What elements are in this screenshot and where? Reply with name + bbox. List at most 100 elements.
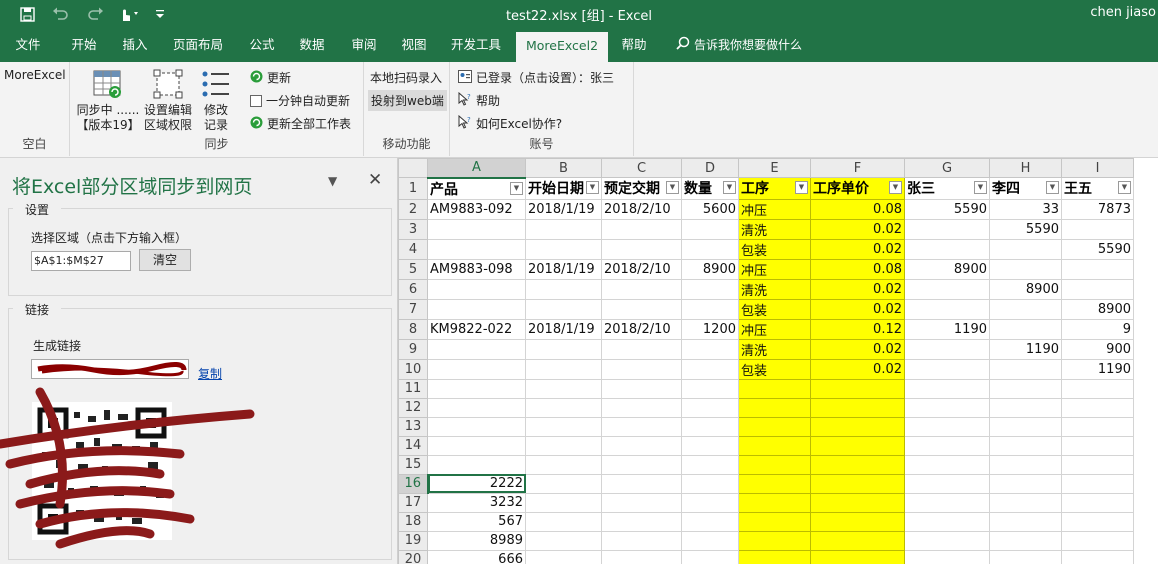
cell[interactable]: AM9883-092 bbox=[427, 198, 526, 220]
cell[interactable] bbox=[989, 416, 1062, 437]
row-header[interactable]: 9 bbox=[398, 338, 428, 360]
cell[interactable] bbox=[525, 530, 602, 551]
cell[interactable] bbox=[427, 397, 526, 418]
cell[interactable]: 冲压 bbox=[738, 318, 811, 340]
cell[interactable] bbox=[738, 549, 811, 564]
modify-log-button[interactable]: 修改 记录 bbox=[196, 66, 236, 133]
cell[interactable] bbox=[681, 435, 739, 456]
cell[interactable] bbox=[1061, 278, 1134, 300]
cell[interactable]: 1190 bbox=[904, 318, 990, 340]
cell[interactable] bbox=[427, 278, 526, 300]
cell[interactable]: 2222 bbox=[427, 473, 526, 494]
cell[interactable] bbox=[738, 473, 811, 494]
row-header[interactable]: 4 bbox=[398, 238, 428, 260]
column-header[interactable]: B bbox=[525, 158, 602, 178]
cell[interactable] bbox=[601, 549, 682, 564]
cell[interactable] bbox=[525, 238, 602, 260]
user-name[interactable]: chen jiaso bbox=[1090, 5, 1156, 20]
cell[interactable] bbox=[601, 511, 682, 532]
row-header[interactable]: 15 bbox=[398, 454, 428, 475]
cell-grid[interactable]: ABCDEFGHI 1 产品 ▼ 开始日期 ▼ 预定交期 ▼ 数量 ▼ 工序 ▼ 工序单价 ▼ 张三 ▼ 李四… bbox=[398, 158, 1134, 564]
cell[interactable] bbox=[1061, 549, 1134, 564]
cell[interactable] bbox=[904, 416, 990, 437]
cell[interactable] bbox=[810, 435, 905, 456]
column-header[interactable]: D bbox=[681, 158, 739, 178]
refresh-all-button[interactable]: 更新全部工作表 bbox=[250, 115, 351, 132]
auto-refresh-check[interactable] bbox=[250, 94, 262, 107]
filter-dropdown-icon[interactable]: ▼ bbox=[974, 181, 987, 194]
cell[interactable] bbox=[1061, 435, 1134, 456]
filter-dropdown-icon[interactable]: ▼ bbox=[795, 181, 808, 194]
cell[interactable] bbox=[681, 454, 739, 475]
row-header[interactable]: 1 bbox=[398, 177, 428, 200]
cell[interactable] bbox=[989, 492, 1062, 513]
cell[interactable] bbox=[681, 338, 739, 360]
cell[interactable] bbox=[989, 435, 1062, 456]
row-header[interactable]: 19 bbox=[398, 530, 428, 551]
tab-insert[interactable]: 插入 bbox=[113, 28, 157, 62]
cell[interactable] bbox=[525, 338, 602, 360]
cell[interactable] bbox=[904, 358, 990, 380]
cell[interactable]: 0.02 bbox=[810, 238, 905, 260]
cell[interactable]: 2018/1/19 bbox=[525, 258, 602, 280]
cell[interactable]: 包装 bbox=[738, 238, 811, 260]
cell[interactable] bbox=[989, 318, 1062, 340]
header-cell[interactable]: 王五 ▼ bbox=[1061, 177, 1134, 200]
row-header[interactable]: 2 bbox=[398, 198, 428, 220]
tab-page-layout[interactable]: 页面布局 bbox=[166, 28, 230, 62]
header-cell[interactable]: 产品 ▼ bbox=[427, 177, 526, 200]
cell[interactable] bbox=[738, 492, 811, 513]
cell[interactable] bbox=[681, 492, 739, 513]
cell[interactable]: 8900 bbox=[904, 258, 990, 280]
cell[interactable] bbox=[904, 549, 990, 564]
cell[interactable]: 567 bbox=[427, 511, 526, 532]
cell[interactable]: 5590 bbox=[1061, 238, 1134, 260]
cell[interactable] bbox=[601, 473, 682, 494]
cell[interactable]: 3232 bbox=[427, 492, 526, 513]
cell[interactable]: 1190 bbox=[989, 338, 1062, 360]
tab-file[interactable]: 文件 bbox=[6, 28, 50, 62]
cell[interactable]: 冲压 bbox=[738, 258, 811, 280]
header-cell[interactable]: 预定交期 ▼ bbox=[601, 177, 682, 200]
moreexcel-button[interactable]: MoreExcel bbox=[4, 68, 66, 82]
row-header[interactable]: 13 bbox=[398, 416, 428, 437]
cell[interactable]: 包装 bbox=[738, 298, 811, 320]
cell[interactable] bbox=[601, 378, 682, 399]
cell[interactable] bbox=[681, 530, 739, 551]
row-header[interactable]: 11 bbox=[398, 378, 428, 399]
cell[interactable] bbox=[989, 473, 1062, 494]
clear-button[interactable]: 清空 bbox=[139, 249, 191, 271]
cell[interactable] bbox=[427, 338, 526, 360]
tab-formulas[interactable]: 公式 bbox=[240, 28, 284, 62]
cell[interactable]: 0.02 bbox=[810, 338, 905, 360]
cell[interactable]: 666 bbox=[427, 549, 526, 564]
cell[interactable]: 0.02 bbox=[810, 358, 905, 380]
scan-entry-button[interactable]: 本地扫码录入 bbox=[370, 69, 442, 86]
cell[interactable] bbox=[525, 278, 602, 300]
row-header[interactable]: 17 bbox=[398, 492, 428, 513]
cell[interactable] bbox=[681, 358, 739, 380]
cell[interactable]: 0.02 bbox=[810, 298, 905, 320]
cell[interactable] bbox=[427, 298, 526, 320]
cell[interactable] bbox=[904, 435, 990, 456]
cell[interactable] bbox=[904, 397, 990, 418]
cell[interactable] bbox=[810, 416, 905, 437]
column-header[interactable]: A bbox=[427, 158, 526, 179]
header-cell[interactable]: 张三 ▼ bbox=[904, 177, 990, 200]
header-cell[interactable]: 李四 ▼ bbox=[989, 177, 1062, 200]
cell[interactable] bbox=[738, 454, 811, 475]
cell[interactable] bbox=[525, 416, 602, 437]
column-header[interactable]: I bbox=[1061, 158, 1134, 178]
header-cell[interactable]: 开始日期 ▼ bbox=[525, 177, 602, 200]
cell[interactable] bbox=[810, 530, 905, 551]
tab-moreexcel2[interactable]: MoreExcel2 bbox=[516, 32, 608, 62]
cell[interactable] bbox=[989, 454, 1062, 475]
cell[interactable] bbox=[810, 549, 905, 564]
cell[interactable] bbox=[904, 492, 990, 513]
cell[interactable] bbox=[525, 549, 602, 564]
row-header[interactable]: 5 bbox=[398, 258, 428, 280]
cell[interactable]: 2018/2/10 bbox=[601, 318, 682, 340]
login-status-button[interactable]: 已登录（点击设置）：张三 bbox=[458, 69, 614, 86]
cell[interactable]: 5590 bbox=[989, 218, 1062, 240]
cell[interactable] bbox=[989, 549, 1062, 564]
